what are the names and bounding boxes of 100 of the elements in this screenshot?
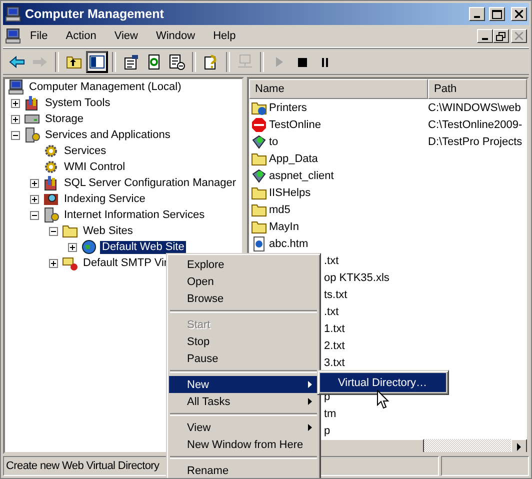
maximize-icon [492,10,502,18]
expand-toggle[interactable] [11,98,20,108]
expand-toggle[interactable] [49,258,58,268]
package-icon [251,168,267,184]
close-button[interactable] [511,29,527,43]
minimize-button[interactable] [469,7,485,21]
tree-item[interactable]: Internet Information Services [62,208,207,222]
expand-toggle[interactable] [68,242,77,252]
computer-icon [5,6,21,22]
help-icon [203,54,219,70]
tree-item[interactable]: Web Sites [81,224,135,238]
right-arrow-icon [516,443,522,451]
menu-item[interactable]: All Tasks [169,393,318,410]
path-cell: C:\TestOnline2009- [428,118,522,130]
minimize-button[interactable] [477,29,493,43]
tree-item[interactable]: Storage [43,112,86,126]
tree-item[interactable]: Services and Applications [43,128,172,142]
maximize-button[interactable] [489,7,505,21]
submenu-arrow-icon [308,398,312,405]
tree-item[interactable]: Services [62,144,108,158]
list-item-name: .txt [324,306,339,318]
restore-button[interactable] [493,29,509,43]
gear-icon [43,143,59,159]
computer-icon [237,54,253,70]
column-header[interactable]: Name [249,79,428,99]
list-item-name[interactable]: aspnet_client [269,170,334,182]
server-icon [43,207,59,223]
menu-item[interactable]: Stop [169,333,318,350]
expand-toggle[interactable] [30,178,39,188]
menu-item[interactable]: View [105,28,147,44]
list-item-name: ts.txt [324,288,348,300]
collapse-toggle[interactable] [11,130,20,140]
window-title: Computer Management [25,7,165,21]
collapse-toggle[interactable] [49,226,58,236]
tree-item[interactable]: WMI Control [62,160,128,174]
list-item-name[interactable]: IISHelps [269,186,311,198]
list-item-name[interactable]: abc.htm [269,238,308,250]
menu-item[interactable]: Explore [169,256,318,273]
list-item-name: tm [324,408,336,420]
expand-toggle[interactable] [30,194,39,204]
menu-item[interactable]: Pause [169,350,318,367]
menu-item[interactable]: New Window from Here [169,436,318,453]
folder-up-icon [66,54,82,70]
menu-item[interactable]: Browse [169,290,318,307]
toolbox-icon [43,175,59,191]
close-button[interactable] [511,7,527,21]
menu-item[interactable]: Virtual Directory… [320,373,446,392]
export-list-icon [169,54,185,70]
folder-icon [251,150,267,166]
menu-item[interactable]: Help [204,28,245,44]
menu-item[interactable]: File [21,28,57,44]
refresh-icon [146,54,162,70]
plus-icon [69,244,76,250]
scroll-right-button[interactable] [511,439,527,452]
tree-item[interactable]: SQL Server Configuration Manager [62,176,238,190]
menu-item[interactable]: Window [146,28,204,44]
list-item-name: .txt [324,254,339,266]
tree-item[interactable]: Default SMTP Vir [81,256,170,270]
menu-item[interactable]: View [169,419,318,436]
tree-item[interactable]: Default Web Site [100,240,186,254]
folder-icon [251,218,267,234]
close-icon [515,10,523,18]
envelope-icon [62,255,78,271]
column-header[interactable]: Path [428,79,527,99]
plus-icon [12,100,19,106]
computer-icon [8,79,24,95]
list-item-name[interactable]: TestOnline [269,118,321,130]
magnifier-icon [43,191,59,207]
menu-item[interactable]: Open [169,273,318,290]
folder-icon [251,202,267,218]
restore-icon [496,32,506,40]
mouse-pointer-icon [377,390,389,409]
status-text: Create new Web Virtual Directory [6,460,160,472]
collapse-toggle[interactable] [30,210,39,220]
menu-item[interactable]: New [169,376,318,393]
expand-toggle[interactable] [11,114,20,124]
close-icon [515,32,523,40]
panel-icon [89,54,105,70]
submenu-arrow-icon [308,424,312,431]
list-item-name[interactable]: md5 [269,204,290,216]
left-arrow-icon [9,54,25,70]
submenu-arrow-icon [308,381,312,388]
list-item-name: 2.txt [324,340,345,352]
tree-item[interactable]: Indexing Service [62,192,148,206]
list-item-name: p [324,424,330,436]
plus-icon [12,116,19,122]
plus-icon [31,180,38,186]
tree-item[interactable]: Computer Management (Local) [27,80,184,94]
list-item-name: 3.txt [324,356,345,368]
plus-icon [50,260,57,266]
list-item-name[interactable]: Printers [269,102,307,114]
menu-item[interactable]: Rename [169,462,318,478]
tree-item[interactable]: System Tools [43,96,112,110]
list-item-name[interactable]: App_Data [269,152,318,164]
list-item-name[interactable]: MayIn [269,220,299,232]
globe-icon [81,239,97,255]
toolbar-button[interactable] [86,50,108,72]
menu-item[interactable]: Action [56,28,106,44]
toolbox-icon [24,95,40,111]
list-item-name[interactable]: to [269,136,278,148]
